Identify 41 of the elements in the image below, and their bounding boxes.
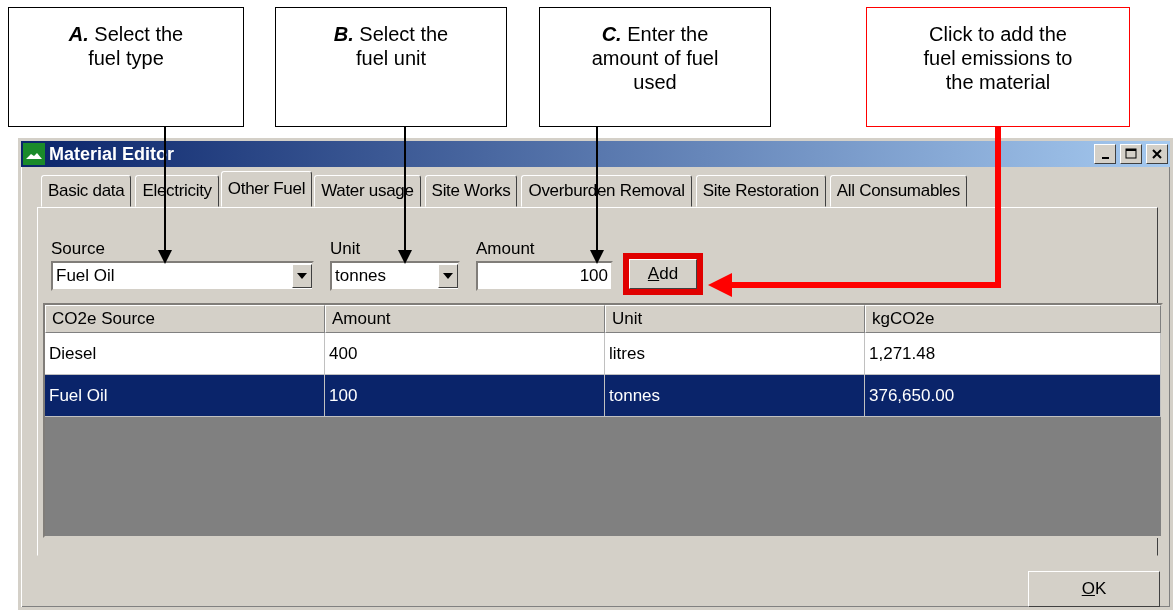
unit-dropdown[interactable]: tonnes [330, 261, 460, 291]
maximize-icon [1125, 148, 1137, 160]
add-button[interactable]: Add [629, 259, 697, 289]
column-header[interactable]: kgCO2e [865, 305, 1161, 333]
field-label: Source [51, 239, 106, 259]
dropdown-button[interactable] [438, 264, 458, 288]
table-cell: 376,650.00 [865, 375, 1161, 417]
maximize-button[interactable] [1120, 144, 1142, 164]
mountain-app-icon [23, 143, 45, 165]
table-cell: tonnes [605, 375, 865, 417]
callout-note: B. Select the fuel unit [275, 7, 507, 127]
callout-note: C. Enter the amount of fuel used [539, 7, 771, 127]
tab[interactable]: Site Works [424, 175, 518, 207]
tab[interactable]: Basic data [41, 175, 132, 207]
dropdown-arrow-icon [297, 273, 307, 279]
field-label: Amount [476, 239, 536, 259]
column-header[interactable]: Amount [325, 305, 605, 333]
close-button[interactable] [1146, 144, 1168, 164]
dropdown-arrow-icon [443, 273, 453, 279]
dropdown-button[interactable] [292, 264, 312, 288]
tab[interactable]: Site Restoration [695, 175, 826, 207]
table-cell: 100 [325, 375, 605, 417]
column-header[interactable]: CO2e Source [45, 305, 325, 333]
callout-note: Click to add the fuel emissions to the material [866, 7, 1130, 127]
table-cell: 1,271.48 [865, 333, 1161, 375]
source-dropdown[interactable]: Fuel Oil [51, 261, 314, 291]
amount-field[interactable]: 100 [476, 261, 613, 291]
field-label: Unit [330, 239, 362, 259]
column-header[interactable]: Unit [605, 305, 865, 333]
window-title: Material Editor [49, 143, 176, 165]
table-cell: 400 [325, 333, 605, 375]
table-cell: Fuel Oil [45, 375, 325, 417]
close-icon [1151, 148, 1163, 160]
table-cell: Diesel [45, 333, 325, 375]
minimize-icon [1101, 157, 1109, 159]
ok-button[interactable]: OK [1028, 571, 1160, 607]
tab[interactable]: All Consumables [829, 175, 967, 207]
tab[interactable]: Other Fuel [220, 171, 313, 207]
callout-note: A. Select the fuel type [8, 7, 244, 127]
table-cell: litres [605, 333, 865, 375]
minimize-button[interactable] [1094, 144, 1116, 164]
